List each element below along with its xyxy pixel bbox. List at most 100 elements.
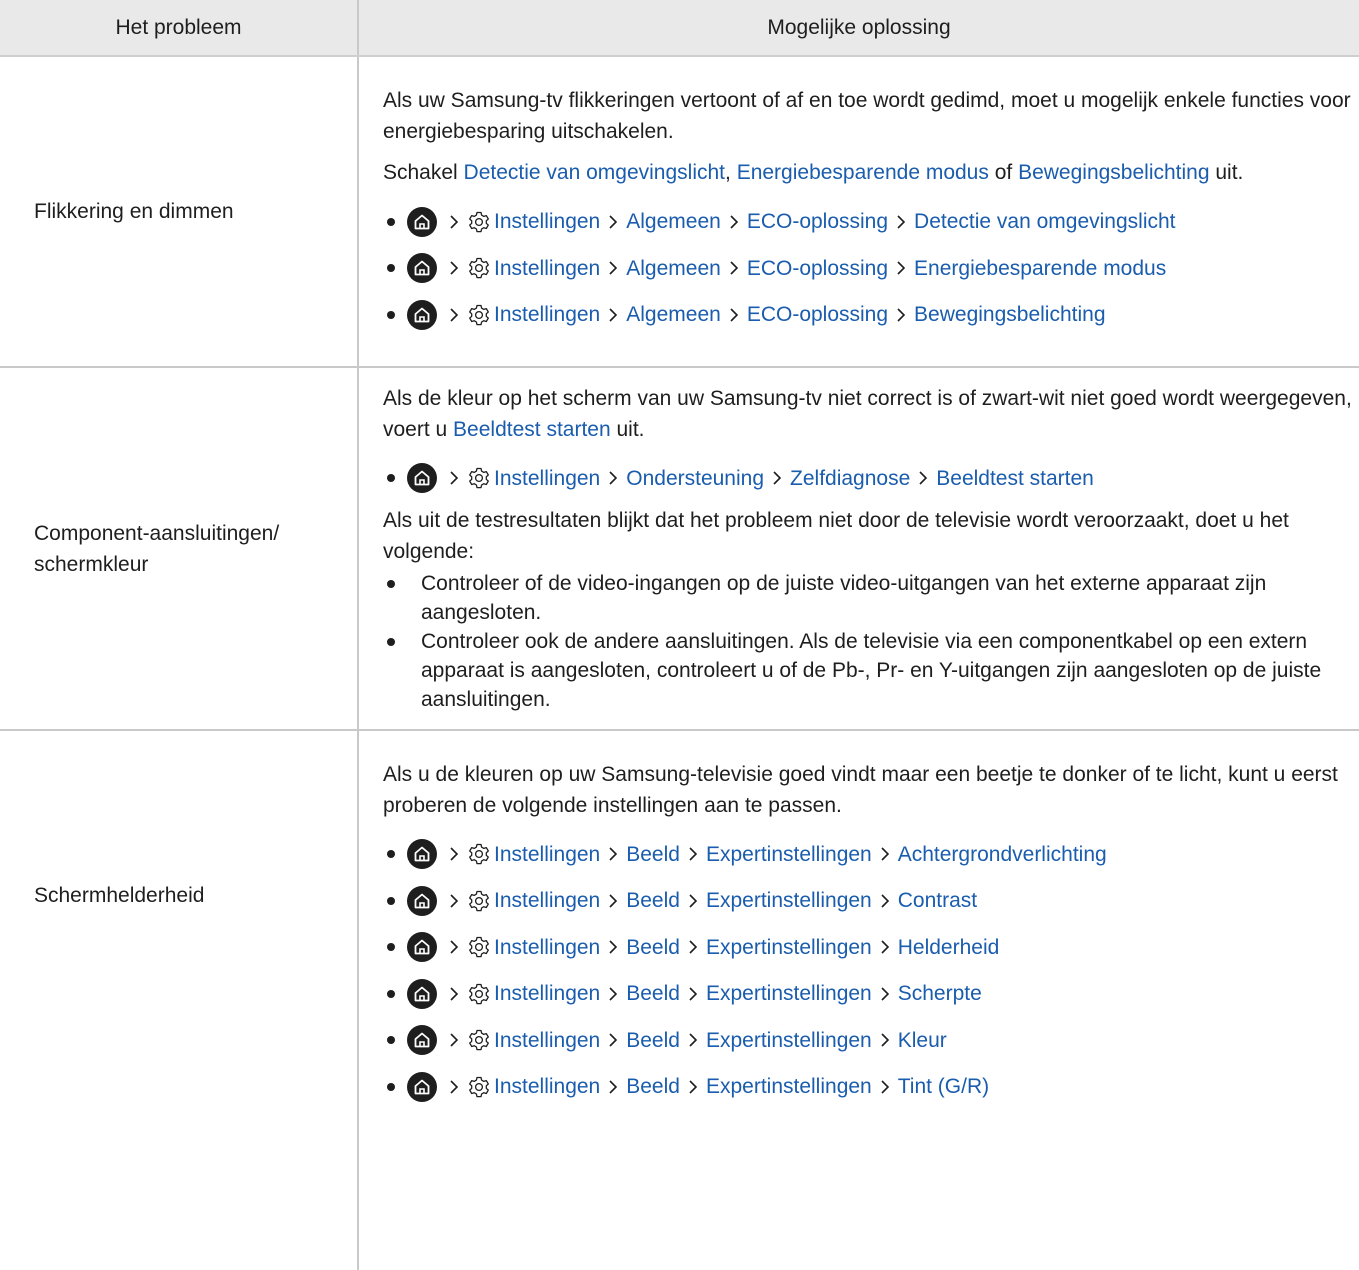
chevron-right-icon	[896, 260, 906, 276]
solution-intro: Als u de kleuren op uw Samsung-televisie…	[383, 763, 1338, 817]
menu-path-step: Instellingen	[494, 303, 601, 326]
gear-icon	[467, 982, 491, 1006]
solution-intro: Als de kleur op het scherm van uw Samsun…	[383, 386, 1352, 441]
chevron-right-icon	[688, 846, 698, 862]
bullet-icon	[387, 217, 395, 226]
menu-path-step: Expertinstellingen	[705, 935, 872, 959]
menu-path-step: Beeld	[626, 982, 680, 1006]
gear-icon	[467, 256, 491, 280]
chevron-right-icon	[608, 470, 618, 486]
chevron-right-icon	[608, 986, 618, 1002]
chevron-right-icon	[449, 986, 459, 1002]
chevron-right-icon	[918, 470, 928, 486]
header-solution: Mogelijke oplossing	[358, 0, 1359, 57]
solution-intro: Als uw Samsung-tv flikkeringen vertoont …	[383, 89, 1351, 144]
menu-path-step: Beeldtest starten	[936, 466, 1094, 490]
gear-icon	[467, 466, 491, 490]
menu-path-step: Beeld	[626, 842, 680, 866]
solution-cell: Als u de kleuren op uw Samsung-televisie…	[358, 730, 1359, 1270]
menu-path-step: Algemeen	[626, 303, 721, 326]
chevron-right-icon	[880, 1079, 890, 1095]
chevron-right-icon	[880, 939, 890, 955]
menu-path-step: Instellingen	[494, 889, 601, 913]
list-item: Controleer of de video-ingangen op de ju…	[383, 569, 1353, 627]
chevron-right-icon	[688, 1079, 698, 1095]
menu-path-step: Tint (G/R)	[897, 1075, 990, 1099]
menu-path: Instellingen Algemeen ECO-oplossing Bewegin…	[383, 291, 1353, 338]
chevron-right-icon	[688, 986, 698, 1002]
menu-path: Instellingen Beeld Expertinstellingen Achte…	[383, 831, 1353, 878]
bullet-icon	[387, 1082, 395, 1091]
menu-path-step: Instellingen	[494, 842, 601, 866]
home-icon	[407, 932, 437, 963]
table-header-row: Het probleem Mogelijke oplossing	[0, 0, 1359, 57]
troubleshooting-table: Het probleem Mogelijke oplossing Flikker…	[0, 0, 1359, 1270]
menu-path-step: Algemeen	[626, 256, 721, 280]
list-item: Controleer ook de andere aansluitingen. …	[383, 627, 1353, 714]
chevron-right-icon	[688, 939, 698, 955]
chevron-right-icon	[449, 1079, 459, 1095]
chevron-right-icon	[896, 307, 906, 323]
menu-path-list: Instellingen Algemeen ECO-oplossing Detecti…	[383, 198, 1353, 338]
chevron-right-icon	[608, 1032, 618, 1048]
menu-path: Instellingen Beeld Expertinstellingen Kleur	[383, 1017, 1353, 1064]
menu-reference-picture-test: Beeldtest starten	[453, 417, 611, 441]
menu-path: Instellingen Beeld Expertinstellingen Scher…	[383, 971, 1353, 1018]
header-problem: Het probleem	[0, 0, 359, 57]
menu-path-step: Contrast	[897, 889, 978, 913]
menu-path-step: Instellingen	[494, 1028, 601, 1052]
gear-icon	[467, 303, 491, 327]
menu-path-step: Expertinstellingen	[705, 1028, 872, 1052]
home-icon	[407, 978, 437, 1009]
menu-reference-energy-saving: Energiebesparende modus	[736, 161, 989, 185]
menu-path-step: Beeld	[626, 889, 680, 913]
menu-path-step: Expertinstellingen	[705, 1075, 872, 1099]
chevron-right-icon	[449, 846, 459, 862]
home-icon	[407, 885, 437, 916]
menu-path-step: Bewegingsbelichting	[914, 303, 1106, 326]
menu-path-step: ECO-oplossing	[746, 256, 889, 280]
menu-path-step: Achtergrondverlichting	[897, 842, 1107, 866]
gear-icon	[467, 210, 491, 234]
menu-path-step: Expertinstellingen	[705, 982, 872, 1006]
problem-cell: Schermhelderheid	[0, 730, 359, 1270]
menu-path-list: Instellingen Beeld Expertinstellingen Achte…	[383, 831, 1353, 1110]
chevron-right-icon	[880, 846, 890, 862]
menu-path-step: Instellingen	[494, 935, 601, 959]
menu-path: Instellingen Beeld Expertinstellingen Helde…	[383, 924, 1353, 971]
menu-path-step: Kleur	[897, 1028, 947, 1052]
menu-path-step: Beeld	[626, 1075, 680, 1099]
chevron-right-icon	[880, 986, 890, 1002]
home-icon	[407, 1071, 437, 1102]
menu-path: Instellingen Ondersteuning Zelfdiagnose Bee…	[383, 455, 1353, 502]
bullet-icon	[387, 850, 395, 859]
gear-icon	[467, 1028, 491, 1052]
bullet-icon	[387, 474, 395, 482]
chevron-right-icon	[449, 939, 459, 955]
chevron-right-icon	[880, 1032, 890, 1048]
chevron-right-icon	[772, 470, 782, 486]
menu-path-step: ECO-oplossing	[746, 303, 889, 326]
chevron-right-icon	[880, 893, 890, 909]
menu-path-step: Detectie van omgevingslicht	[914, 210, 1176, 233]
menu-path: Instellingen Algemeen ECO-oplossing Detecti…	[383, 198, 1353, 245]
home-icon	[407, 839, 437, 870]
bullet-icon	[387, 264, 395, 272]
menu-path-step: Energiebesparende modus	[914, 256, 1167, 280]
chevron-right-icon	[688, 893, 698, 909]
gear-icon	[467, 1075, 491, 1099]
home-icon	[407, 299, 437, 330]
chevron-right-icon	[449, 1032, 459, 1048]
chevron-right-icon	[449, 260, 459, 276]
menu-path-step: Instellingen	[494, 256, 601, 280]
menu-reference-motion-lighting: Bewegingsbelichting	[1018, 161, 1210, 185]
home-icon	[407, 463, 437, 493]
chevron-right-icon	[608, 893, 618, 909]
chevron-right-icon	[608, 307, 618, 323]
home-icon	[407, 1025, 437, 1056]
menu-path-step: Instellingen	[494, 1075, 601, 1099]
home-icon	[407, 253, 437, 283]
solution-cell: Als uw Samsung-tv flikkeringen vertoont …	[358, 56, 1359, 368]
chevron-right-icon	[608, 846, 618, 862]
bullet-icon	[387, 1036, 395, 1045]
